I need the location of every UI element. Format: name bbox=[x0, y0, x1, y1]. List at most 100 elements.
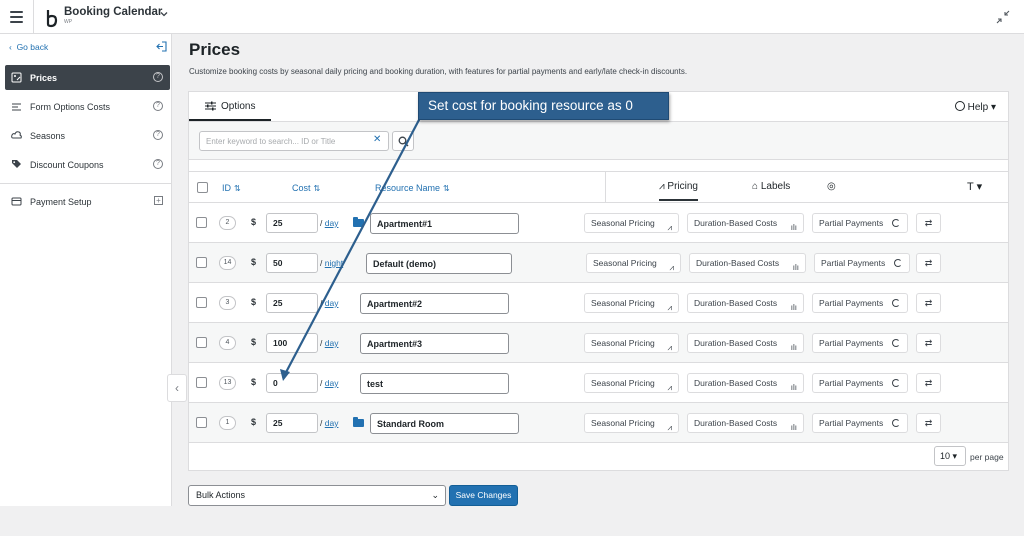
hamburger-menu-icon[interactable] bbox=[10, 11, 23, 23]
duration-costs-button[interactable]: Duration-Based Costs ılı bbox=[687, 333, 804, 353]
prices-panel: Options Help ▾ ✕ ID⇅ Cost⇅ Resource Name… bbox=[188, 91, 1009, 471]
sidebar-item-label: Form Options Costs bbox=[30, 102, 111, 112]
text-format-icon[interactable]: T ▾ bbox=[967, 180, 982, 193]
currency-symbol: $ bbox=[251, 217, 257, 227]
sidebar-item-seasons[interactable]: Seasons ? bbox=[5, 123, 170, 148]
select-all-checkbox[interactable] bbox=[197, 182, 208, 193]
expand-icon[interactable]: + bbox=[154, 196, 163, 205]
subtab-labels[interactable]: ⌂ Labels bbox=[752, 181, 790, 192]
partial-payments-button[interactable]: Partial Payments bbox=[812, 293, 908, 313]
search-input[interactable] bbox=[199, 131, 389, 151]
row-checkbox[interactable] bbox=[196, 217, 207, 228]
seasonal-pricing-button[interactable]: Seasonal Pricing ⩘ bbox=[586, 253, 681, 273]
swap-arrows-icon[interactable]: ⇄ bbox=[916, 293, 941, 313]
partial-payments-button[interactable]: Partial Payments bbox=[814, 253, 910, 273]
sidebar-item-discount-coupons[interactable]: Discount Coupons ? bbox=[5, 152, 170, 177]
period-link[interactable]: night bbox=[325, 258, 343, 268]
cost-input[interactable] bbox=[266, 213, 318, 233]
help-icon[interactable]: ? bbox=[153, 101, 163, 111]
top-bar-divider bbox=[33, 0, 34, 34]
id-badge: 3 bbox=[219, 296, 236, 310]
search-button[interactable] bbox=[392, 131, 414, 151]
seasonal-pricing-button[interactable]: Seasonal Pricing ⩘ bbox=[584, 213, 679, 233]
resource-name-input[interactable] bbox=[360, 293, 509, 314]
cost-input[interactable] bbox=[266, 373, 318, 393]
help-menu[interactable]: Help ▾ bbox=[954, 101, 996, 113]
cost-input[interactable] bbox=[266, 253, 318, 273]
id-badge: 13 bbox=[219, 376, 236, 390]
partial-payments-button[interactable]: Partial Payments bbox=[812, 413, 908, 433]
resource-name-input[interactable] bbox=[370, 413, 519, 434]
sidebar-toggle-chevron-icon[interactable]: ‹ bbox=[167, 374, 187, 402]
cost-input[interactable] bbox=[266, 333, 318, 353]
swap-arrows-icon[interactable]: ⇄ bbox=[916, 333, 941, 353]
id-badge: 1 bbox=[219, 416, 236, 430]
partial-payments-button[interactable]: Partial Payments bbox=[812, 373, 908, 393]
column-cost[interactable]: Cost ⇅ bbox=[292, 183, 320, 193]
collapse-fullscreen-icon[interactable] bbox=[995, 9, 1011, 25]
swap-arrows-icon[interactable]: ⇄ bbox=[916, 373, 941, 393]
sidebar-item-prices[interactable]: Prices ? bbox=[5, 65, 170, 90]
period-link[interactable]: day bbox=[325, 298, 339, 308]
row-checkbox[interactable] bbox=[196, 417, 207, 428]
partial-payments-button[interactable]: Partial Payments bbox=[812, 333, 908, 353]
table-row: 1 $ / day Seasonal Pricing ⩘ Duration-Based C… bbox=[189, 403, 1008, 443]
duration-costs-button[interactable]: Duration-Based Costs ılı bbox=[687, 413, 804, 433]
per-page-select[interactable]: 10 ▾ bbox=[934, 446, 966, 466]
duration-costs-label: Duration-Based Costs bbox=[694, 218, 778, 228]
chevron-down-icon[interactable] bbox=[159, 9, 169, 19]
row-checkbox[interactable] bbox=[196, 337, 207, 348]
brand-name: Booking Calendar bbox=[64, 6, 163, 18]
seasonal-pricing-button[interactable]: Seasonal Pricing ⩘ bbox=[584, 333, 679, 353]
subtab-pricing[interactable]: ⩘ Pricing bbox=[659, 181, 698, 201]
partial-payments-button[interactable]: Partial Payments bbox=[812, 213, 908, 233]
period-link[interactable]: day bbox=[325, 338, 339, 348]
duration-costs-label: Duration-Based Costs bbox=[694, 298, 778, 308]
period-link[interactable]: day bbox=[325, 218, 339, 228]
duration-costs-label: Duration-Based Costs bbox=[694, 338, 778, 348]
seasons-icon bbox=[11, 131, 22, 139]
table-row: 13 $ / day Seasonal Pricing ⩘ Duration-Based … bbox=[189, 363, 1008, 403]
partial-payments-label: Partial Payments bbox=[819, 338, 884, 348]
tab-options[interactable]: Options bbox=[189, 92, 271, 121]
help-icon[interactable]: ? bbox=[153, 130, 163, 140]
seasonal-pricing-button[interactable]: Seasonal Pricing ⩘ bbox=[584, 413, 679, 433]
swap-arrows-icon[interactable]: ⇄ bbox=[916, 413, 941, 433]
column-id[interactable]: ID ⇅ bbox=[222, 183, 241, 193]
go-back-link[interactable]: ‹ Go back bbox=[9, 42, 48, 52]
row-checkbox[interactable] bbox=[196, 297, 207, 308]
duration-costs-button[interactable]: Duration-Based Costs ılı bbox=[687, 373, 804, 393]
help-icon[interactable]: ? bbox=[153, 72, 163, 82]
column-resource-name[interactable]: Resource Name ⇅ bbox=[375, 183, 450, 193]
duration-costs-button[interactable]: Duration-Based Costs ılı bbox=[687, 213, 804, 233]
sidebar-item-form-options-costs[interactable]: Form Options Costs ? bbox=[5, 94, 170, 119]
trend-icon: ⩘ bbox=[669, 263, 674, 272]
resource-name-input[interactable] bbox=[366, 253, 512, 274]
period-label: / day bbox=[320, 218, 339, 228]
swap-arrows-icon[interactable]: ⇄ bbox=[916, 213, 941, 233]
row-checkbox[interactable] bbox=[196, 377, 207, 388]
duration-costs-label: Duration-Based Costs bbox=[696, 258, 780, 268]
cost-input[interactable] bbox=[266, 293, 318, 313]
resource-name-input[interactable] bbox=[360, 373, 509, 394]
seasonal-pricing-button[interactable]: Seasonal Pricing ⩘ bbox=[584, 293, 679, 313]
row-checkbox[interactable] bbox=[196, 257, 207, 268]
period-link[interactable]: day bbox=[325, 378, 339, 388]
bulk-actions-select[interactable]: Bulk Actions ⌄ bbox=[188, 485, 446, 506]
resource-name-input[interactable] bbox=[360, 333, 509, 354]
exit-icon[interactable] bbox=[156, 41, 167, 52]
duration-costs-button[interactable]: Duration-Based Costs ılı bbox=[687, 293, 804, 313]
period-link[interactable]: day bbox=[325, 418, 339, 428]
cost-input[interactable] bbox=[266, 413, 318, 433]
help-icon[interactable]: ? bbox=[153, 159, 163, 169]
resource-name-input[interactable] bbox=[370, 213, 519, 234]
seasonal-pricing-button[interactable]: Seasonal Pricing ⩘ bbox=[584, 373, 679, 393]
save-changes-button[interactable]: Save Changes bbox=[449, 485, 518, 506]
close-icon[interactable]: ✕ bbox=[373, 134, 381, 145]
pricing-trend-icon: ⩘ bbox=[659, 181, 665, 192]
sidebar-item-payment-setup[interactable]: Payment Setup + bbox=[5, 189, 170, 214]
hide-eye-icon[interactable]: ◎ bbox=[827, 181, 836, 192]
column-id-label: ID bbox=[222, 183, 231, 193]
duration-costs-button[interactable]: Duration-Based Costs ılı bbox=[689, 253, 806, 273]
swap-arrows-icon[interactable]: ⇄ bbox=[916, 253, 941, 273]
